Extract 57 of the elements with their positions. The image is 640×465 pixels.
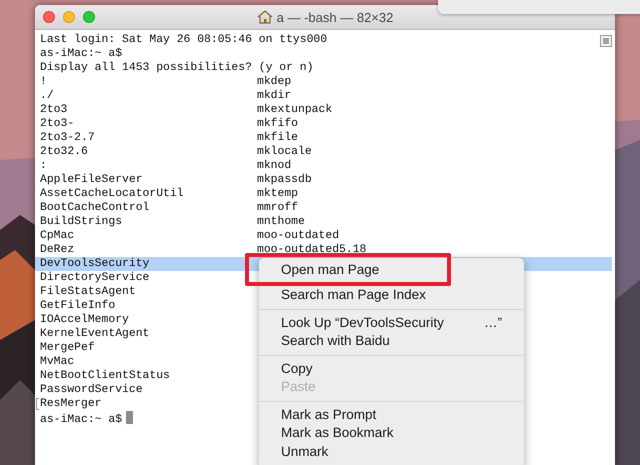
terminal-text: Display all 1453 possibilities? (y or n) [40, 62, 314, 74]
terminal-text: ./ [40, 90, 54, 102]
home-icon [256, 10, 273, 24]
terminal-text: 2to3- [40, 118, 74, 130]
terminal-text: DevToolsSecurity [40, 258, 150, 270]
terminal-text: AppleFileServer [40, 174, 143, 186]
terminal-text: KernelEventAgent [40, 328, 150, 340]
terminal-text: MvMac [40, 356, 74, 368]
terminal-text: as-iMac:~ a$ [40, 48, 122, 60]
terminal-text: mnthome [257, 215, 305, 229]
terminal-text: PasswordService [40, 384, 143, 396]
terminal-text: mkextunpack [257, 103, 332, 117]
terminal-text: IOAccelMemory [40, 314, 129, 326]
terminal-text: BuildStrings [40, 216, 122, 228]
terminal-text: mklocale [257, 145, 312, 159]
terminal-text: mkfifo [257, 117, 298, 131]
terminal-text: DirectoryService [40, 272, 150, 284]
terminal-text: Last login: Sat May 26 08:05:46 on ttys000 [40, 34, 328, 46]
terminal-text: moo-outdated [257, 229, 340, 243]
menu-item[interactable]: Unmark [259, 442, 524, 461]
terminal-text: 2to3 [40, 104, 68, 116]
close-button[interactable] [43, 11, 55, 23]
zoom-button[interactable] [83, 11, 95, 23]
menu-item[interactable]: Search with Baidu [259, 332, 524, 350]
text-cursor [126, 411, 134, 424]
terminal-text: CpMac [40, 230, 74, 242]
terminal-text: NetBootClientStatus [40, 370, 170, 382]
prompt-text: as-iMac:~ a$ [40, 414, 122, 426]
terminal-text: MergePef [40, 342, 95, 354]
menu-item[interactable]: Search man Page Index [259, 286, 524, 304]
terminal-text: mknod [257, 159, 292, 173]
terminal-text: AssetCacheLocatorUtil [40, 188, 184, 200]
terminal-text: ResMerger [40, 398, 102, 410]
list-icon[interactable] [600, 35, 612, 47]
terminal-text: GetFileInfo [40, 300, 116, 312]
menu-item[interactable]: Open man Page [245, 253, 451, 286]
menu-item-suffix: …” [484, 314, 502, 332]
terminal-text: 2to3-2.7 [40, 132, 95, 144]
terminal-text: : [40, 160, 47, 172]
terminal-text: mmroff [257, 201, 298, 215]
terminal-text: mkdep [257, 75, 292, 89]
menu-item[interactable]: Copy [259, 360, 524, 378]
terminal-text: mkpassdb [257, 173, 312, 187]
terminal-text: DeRez [40, 244, 74, 256]
terminal-text: mkdir [257, 89, 292, 103]
menu-item[interactable]: Mark as Bookmark [259, 424, 524, 442]
minimize-button[interactable] [63, 11, 75, 23]
terminal-text: mkfile [257, 131, 298, 145]
window-title: a — -bash — 82×32 [276, 8, 394, 26]
menu-item-label: Look Up “DevToolsSecurity [281, 314, 444, 332]
terminal-text: 2to32.6 [40, 146, 88, 158]
terminal-text: BootCacheControl [40, 202, 150, 214]
terminal-text: mktemp [257, 187, 298, 201]
terminal-text: FileStatsAgent [40, 286, 136, 298]
menu-item: Paste [280, 378, 317, 396]
terminal-text: ! [40, 76, 47, 88]
menu-item[interactable]: Mark as Prompt [259, 406, 524, 424]
